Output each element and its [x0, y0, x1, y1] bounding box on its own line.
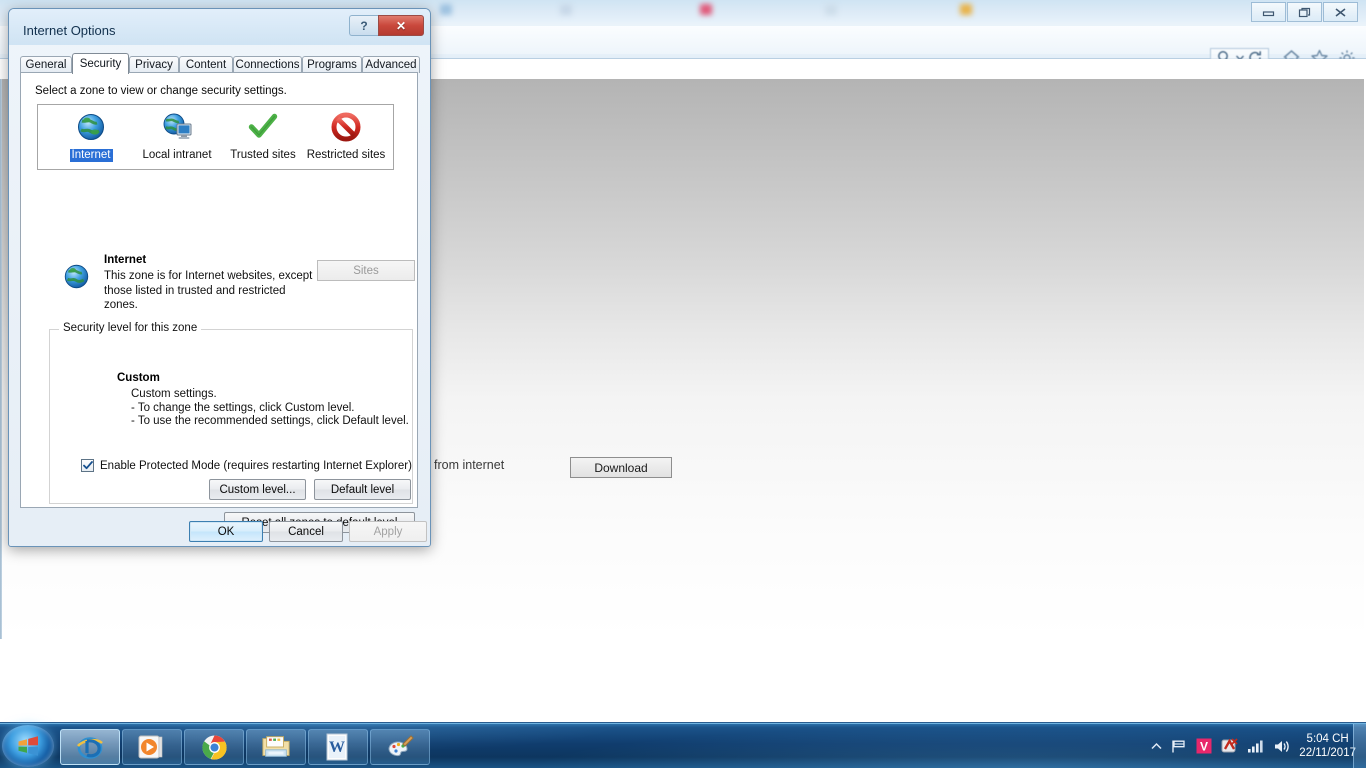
- paint-icon: [388, 735, 414, 757]
- page-text-fragment: from internet: [434, 458, 505, 472]
- svg-text:W: W: [329, 739, 345, 756]
- zone-local-intranet[interactable]: Local intranet: [134, 109, 220, 163]
- start-button[interactable]: [2, 725, 54, 767]
- protected-mode-row[interactable]: Enable Protected Mode (requires restarti…: [81, 459, 412, 472]
- custom-level-button[interactable]: Custom level...: [209, 479, 306, 500]
- zone-label: Restricted sites: [306, 149, 386, 161]
- action-center-flag-icon[interactable]: [1171, 739, 1187, 754]
- globe-monitor-icon: [134, 109, 220, 145]
- select-zone-instruction: Select a zone to view or change security…: [35, 85, 287, 97]
- zone-list[interactable]: Internet Local intranet Trusted sites Re…: [37, 104, 394, 170]
- level-line: - To use the recommended settings, click…: [131, 415, 409, 428]
- network-signal-icon[interactable]: [1247, 739, 1264, 753]
- globe-icon: [48, 109, 134, 145]
- minimize-button[interactable]: [1251, 2, 1286, 22]
- window-controls[interactable]: [1251, 2, 1358, 22]
- taskbar-paint[interactable]: [370, 729, 430, 765]
- windows-logo-icon: [18, 736, 38, 756]
- clock-date: 22/11/2017: [1299, 747, 1356, 759]
- browser-tab[interactable]: [960, 4, 1080, 20]
- red-prohibition-icon: [303, 109, 389, 145]
- zone-internet[interactable]: Internet: [48, 109, 134, 163]
- dialog-tab-strip[interactable]: General Security Privacy Content Connect…: [20, 53, 420, 74]
- browser-tab[interactable]: [560, 4, 690, 20]
- media-player-icon: [138, 735, 163, 759]
- taskbar-windows-explorer[interactable]: [246, 729, 306, 765]
- word-icon: W: [326, 733, 348, 761]
- volume-icon[interactable]: [1273, 739, 1290, 754]
- tab-content[interactable]: Content: [179, 56, 233, 73]
- close-button[interactable]: [1323, 2, 1358, 22]
- sites-button[interactable]: Sites: [317, 260, 415, 281]
- selected-zone-description: This zone is for Internet websites, exce…: [104, 270, 313, 311]
- clock[interactable]: 5:04 CH 22/11/2017: [1299, 732, 1356, 760]
- chrome-icon: [201, 734, 227, 760]
- tab-privacy[interactable]: Privacy: [129, 56, 179, 73]
- dialog-body: General Security Privacy Content Connect…: [20, 53, 420, 533]
- system-tray[interactable]: V 5:04 CH 22/11/2017: [1143, 724, 1364, 768]
- internet-options-dialog: Internet Options ? ✕ General Security Pr…: [8, 8, 431, 547]
- folder-icon: [262, 736, 290, 757]
- help-button[interactable]: ?: [349, 15, 378, 36]
- apply-button[interactable]: Apply: [349, 521, 427, 542]
- show-hidden-icons-arrow[interactable]: [1151, 742, 1162, 751]
- level-line: - To change the settings, click Custom l…: [131, 401, 355, 414]
- zone-trusted-sites[interactable]: Trusted sites: [220, 109, 306, 163]
- protected-mode-label: Enable Protected Mode (requires restarti…: [100, 459, 412, 472]
- internet-explorer-icon: [77, 737, 103, 759]
- green-check-icon: [220, 109, 306, 145]
- selected-zone-name: Internet: [104, 254, 147, 266]
- taskbar-google-chrome[interactable]: [184, 729, 244, 765]
- zone-label: Trusted sites: [230, 149, 296, 161]
- v-antivirus-icon[interactable]: V: [1196, 738, 1212, 754]
- selected-zone-globe-icon: [63, 263, 90, 295]
- zone-label: Internet: [69, 149, 113, 162]
- tab-programs[interactable]: Programs: [302, 56, 362, 73]
- browser-tab[interactable]: [700, 4, 815, 20]
- dialog-close-button[interactable]: ✕: [378, 15, 424, 36]
- taskbar-windows-media-player[interactable]: [122, 729, 182, 765]
- clock-time: 5:04 CH: [1306, 733, 1349, 745]
- security-tab-panel: Select a zone to view or change security…: [20, 72, 418, 533]
- unikey-icon[interactable]: [1221, 738, 1238, 754]
- security-level-name: Custom: [117, 372, 160, 384]
- browser-tab[interactable]: [825, 4, 950, 20]
- security-level-legend: Security level for this zone: [59, 322, 202, 334]
- tab-connections[interactable]: Connections: [233, 56, 302, 73]
- taskbar-microsoft-word[interactable]: W: [308, 729, 368, 765]
- page-white-area: [2, 637, 1364, 722]
- download-button[interactable]: Download: [570, 457, 672, 478]
- checkmark-icon: [82, 461, 93, 470]
- tab-advanced[interactable]: Advanced: [362, 56, 420, 73]
- ok-button[interactable]: OK: [189, 521, 263, 542]
- dialog-title: Internet Options: [23, 23, 116, 38]
- security-level-description: Custom settings. - To change the setting…: [131, 388, 409, 429]
- tab-security[interactable]: Security: [72, 53, 129, 74]
- browser-tab[interactable]: [440, 4, 550, 20]
- cancel-button[interactable]: Cancel: [269, 521, 343, 542]
- protected-mode-checkbox[interactable]: [81, 459, 94, 472]
- show-desktop-button[interactable]: [1353, 724, 1366, 768]
- dialog-caption-buttons[interactable]: ? ✕: [349, 15, 424, 36]
- svg-text:V: V: [1200, 740, 1208, 754]
- restore-button[interactable]: [1287, 2, 1322, 22]
- zone-label: Local intranet: [142, 149, 212, 161]
- default-level-button[interactable]: Default level: [314, 479, 411, 500]
- level-line: Custom settings.: [131, 388, 217, 400]
- taskbar: W V 5:04 CH 22/11/2017: [0, 723, 1366, 768]
- tab-general[interactable]: General: [20, 56, 72, 73]
- taskbar-internet-explorer[interactable]: [60, 729, 120, 765]
- zone-restricted-sites[interactable]: Restricted sites: [303, 109, 389, 163]
